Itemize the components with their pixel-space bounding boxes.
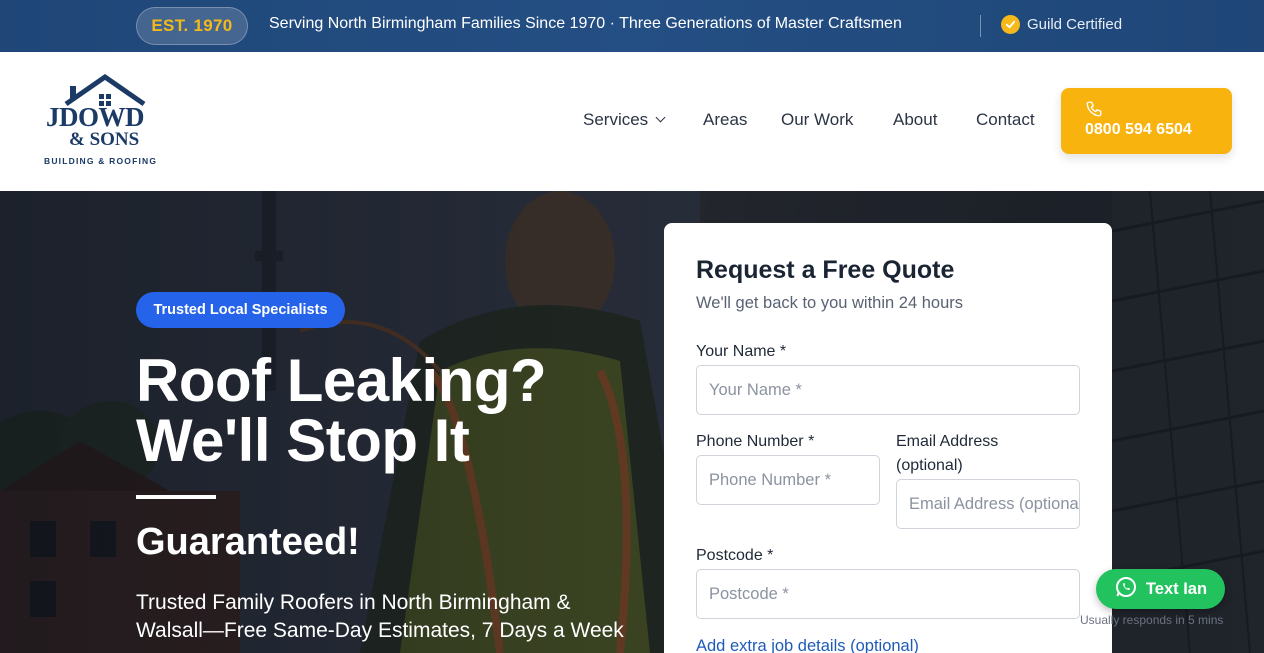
topbar-tagline: Serving North Birmingham Families Since … bbox=[269, 15, 902, 32]
quote-title: Request a Free Quote bbox=[696, 256, 955, 284]
est-badge: EST. 1970 bbox=[136, 7, 248, 45]
postcode-label: Postcode * bbox=[696, 547, 774, 564]
call-button[interactable]: 0800 594 6504 bbox=[1061, 88, 1232, 154]
whatsapp-icon bbox=[1114, 575, 1138, 604]
email-input[interactable]: Email Address (optional) bbox=[896, 479, 1080, 529]
nav-about[interactable]: About bbox=[893, 110, 937, 130]
site-header: JDOWD & SONS BUILDING & ROOFING Services… bbox=[0, 52, 1264, 191]
phone-icon bbox=[1085, 100, 1103, 123]
nav-areas[interactable]: Areas bbox=[703, 110, 747, 130]
chevron-down-icon bbox=[655, 112, 666, 123]
nav-contact[interactable]: Contact bbox=[976, 110, 1035, 130]
topbar-divider bbox=[980, 15, 981, 37]
logo[interactable]: JDOWD & SONS BUILDING & ROOFING bbox=[42, 74, 168, 170]
hero-title: Roof Leaking? We'll Stop It bbox=[136, 347, 547, 474]
nav-services[interactable]: Services bbox=[583, 110, 666, 130]
quote-subtitle: We'll get back to you within 24 hours bbox=[696, 294, 963, 312]
phone-input[interactable]: Phone Number * bbox=[696, 455, 880, 505]
name-input[interactable]: Your Name * bbox=[696, 365, 1080, 415]
hero-divider bbox=[136, 495, 216, 499]
logo-wordmark: JDOWD bbox=[46, 102, 145, 132]
nav-our-work[interactable]: Our Work bbox=[781, 110, 853, 130]
quote-form: Request a Free Quote We'll get back to y… bbox=[664, 223, 1112, 653]
hero-subtitle: Trusted Family Roofers in North Birmingh… bbox=[136, 591, 624, 642]
top-bar: EST. 1970 Serving North Birmingham Famil… bbox=[0, 0, 1264, 52]
check-circle-icon bbox=[1001, 15, 1020, 34]
extra-details-link[interactable]: Add extra job details (optional) bbox=[696, 637, 919, 653]
hero-title-line1: Roof Leaking? bbox=[136, 347, 547, 414]
text-ian-button[interactable]: Text Ian bbox=[1096, 569, 1225, 609]
response-time-note: Usually responds in 5 mins bbox=[1080, 613, 1224, 627]
phone-label: Phone Number * bbox=[696, 433, 815, 450]
guild-certified-label: Guild Certified bbox=[1027, 16, 1123, 33]
text-ian-label: Text Ian bbox=[1145, 579, 1208, 598]
nav-services-label: Services bbox=[583, 110, 649, 129]
guild-certified: Guild Certified bbox=[1001, 15, 1122, 34]
hero-guaranteed: Guaranteed! bbox=[136, 521, 360, 563]
name-label: Your Name * bbox=[696, 343, 787, 360]
hero-title-line2: We'll Stop It bbox=[136, 407, 470, 474]
specialists-badge: Trusted Local Specialists bbox=[136, 292, 345, 328]
logo-tagline: BUILDING & ROOFING bbox=[44, 156, 158, 166]
email-label: Email Address (optional) bbox=[896, 433, 999, 474]
logo-sons: & SONS bbox=[69, 129, 140, 150]
phone-number: 0800 594 6504 bbox=[1085, 121, 1192, 138]
postcode-input[interactable]: Postcode * bbox=[696, 569, 1080, 619]
